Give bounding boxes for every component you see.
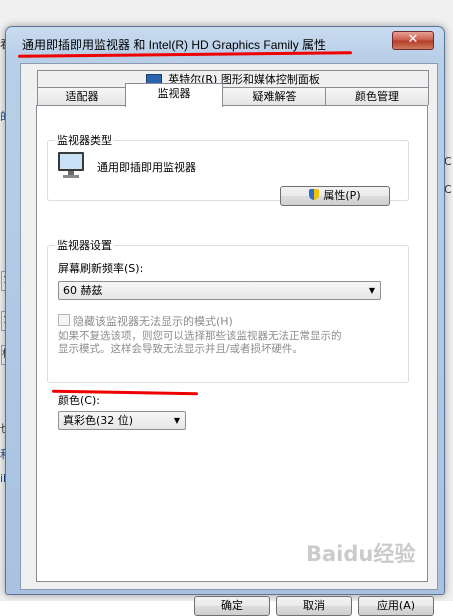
- group-label: 监视器类型: [55, 132, 114, 148]
- properties-button[interactable]: 属性(P): [280, 186, 390, 206]
- tab-intel-graphics[interactable]: 英特尔(R) 图形和媒体控制面板: [37, 70, 429, 88]
- cancel-button[interactable]: 取消: [276, 596, 352, 616]
- monitor-tab-panel: 监视器类型 通用即插即用监视器 属性(P) 监视器设置 屏幕刷新频率(S): 6…: [36, 105, 428, 582]
- color-depth-dropdown[interactable]: 真彩色(32 位) ▼: [58, 411, 186, 430]
- monitor-icon: [58, 152, 84, 178]
- properties-dialog: 通用即插即用监视器 和 Intel(R) HD Graphics Family …: [5, 26, 445, 616]
- ok-button[interactable]: 确定: [194, 596, 270, 616]
- tab-monitor[interactable]: 监视器: [125, 83, 223, 107]
- window-title: 通用即插即用监视器 和 Intel(R) HD Graphics Family …: [22, 38, 327, 52]
- chevron-down-icon: ▼: [173, 416, 180, 425]
- bg-fragment: C: [444, 183, 452, 196]
- monitor-name: 通用即插即用监视器: [97, 161, 196, 174]
- close-button[interactable]: ✕: [392, 31, 434, 50]
- refresh-rate-label: 屏幕刷新频率(S):: [58, 262, 144, 275]
- tab-label: 监视器: [157, 87, 191, 100]
- dropdown-value: 60 赫兹: [63, 284, 103, 297]
- hide-modes-label: 隐藏该监视器无法显示的模式(H): [73, 315, 233, 328]
- tab-troubleshoot[interactable]: 疑难解答: [222, 87, 327, 105]
- warning-text: 如果不复选该项，则您可以选择那些该监视器无法正常显示的 显示模式。这样会导致无法…: [58, 330, 342, 356]
- hide-modes-checkbox[interactable]: [58, 314, 70, 326]
- tab-label: 适配器: [65, 90, 99, 103]
- dropdown-value: 真彩色(32 位): [63, 414, 134, 427]
- button-label: 属性(P): [323, 189, 361, 202]
- tab-adapter[interactable]: 适配器: [37, 87, 127, 105]
- tab-label: 疑难解答: [252, 90, 297, 103]
- tab-color-management[interactable]: 颜色管理: [325, 87, 429, 105]
- tab-label: 颜色管理: [355, 90, 399, 103]
- warning-line: 如果不复选该项，则您可以选择那些该监视器无法正常显示的: [58, 330, 342, 342]
- watermark: Baidu经验: [306, 542, 416, 566]
- color-label: 颜色(C):: [58, 394, 100, 407]
- chevron-down-icon: ▼: [368, 286, 375, 295]
- shield-icon: [309, 189, 320, 200]
- bg-fragment: C: [444, 155, 452, 168]
- group-label: 监视器设置: [55, 237, 114, 253]
- refresh-rate-dropdown[interactable]: 60 赫兹 ▼: [58, 281, 381, 300]
- dialog-content: 英特尔(R) 图形和媒体控制面板 适配器 监视器 疑难解答 颜色管理 监视器类型…: [20, 63, 438, 616]
- apply-button[interactable]: 应用(A): [358, 596, 434, 616]
- warning-line: 显示模式。这样会导致无法显示并且/或者损坏硬件。: [58, 343, 304, 355]
